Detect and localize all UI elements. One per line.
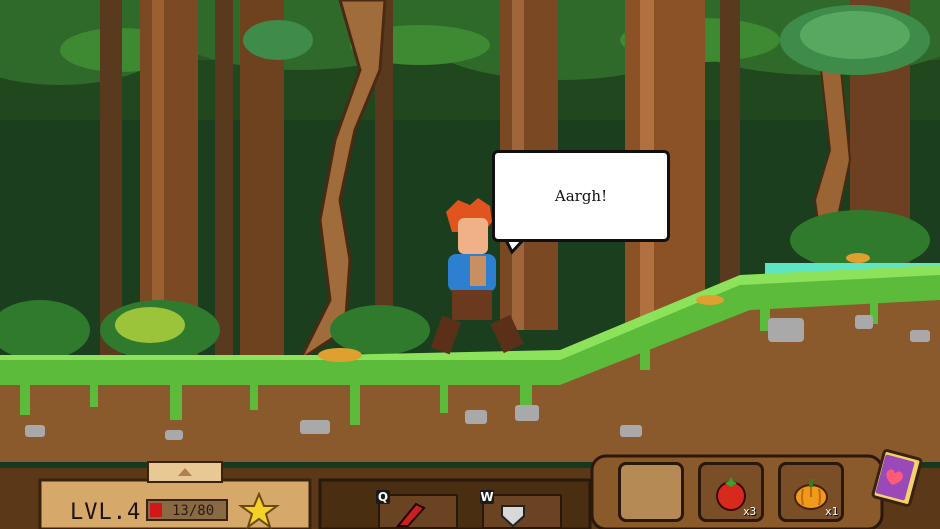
hp-bar-fill xyxy=(150,503,162,517)
pumpkin-count: x1 xyxy=(825,505,839,518)
hotkey-slot-q[interactable]: Q xyxy=(376,490,458,529)
hotkey-slot-w[interactable]: W xyxy=(480,490,562,529)
hotkey-q-label: Q xyxy=(376,490,390,504)
inventory-slot-1[interactable] xyxy=(618,462,684,522)
inventory-slot-3[interactable]: x1 xyxy=(778,462,844,522)
speech-bubble: Aargh! xyxy=(492,150,670,242)
book-heart-icon[interactable] xyxy=(870,448,926,510)
level-label: LVL.4 xyxy=(70,500,142,525)
red-weapon-icon xyxy=(395,502,426,527)
game-scene xyxy=(0,0,940,529)
inventory-slot-2[interactable]: x3 xyxy=(698,462,764,522)
star-icon[interactable] xyxy=(238,492,280,529)
hotkey-w-label: W xyxy=(480,490,494,504)
tomato-count: x3 xyxy=(743,505,757,518)
speech-bubble-text: Aargh! xyxy=(554,187,608,205)
shield-icon xyxy=(501,505,525,528)
hp-text: 13/80 xyxy=(172,503,215,519)
